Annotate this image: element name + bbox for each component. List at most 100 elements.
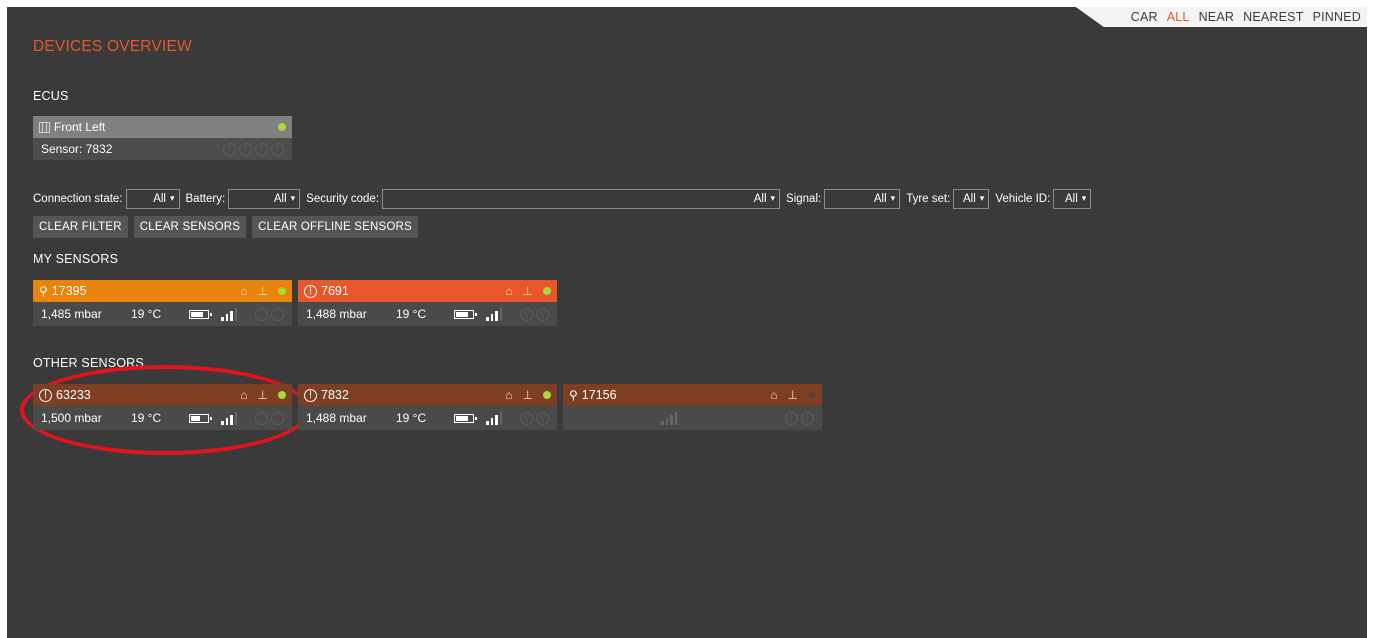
- temperature-value: 19 °C: [131, 411, 162, 425]
- pin-icon[interactable]: ⊥: [258, 285, 268, 297]
- status-online-icon: [278, 123, 286, 131]
- warning-icon: !: [271, 307, 284, 321]
- sensor-card-header: ! 63233 ⌂ ⊥: [33, 384, 292, 406]
- sensor-id-text: 7832: [321, 388, 349, 402]
- warning-icon: !: [520, 307, 533, 321]
- warning-icon: !: [536, 411, 549, 425]
- warning-icon: !: [536, 307, 549, 321]
- unlock-icon[interactable]: ⌂: [505, 389, 512, 401]
- temperature-value: 19 °C: [396, 307, 427, 321]
- sensor-card-header: ⚲ 17156 ⌂ ⊥: [563, 384, 822, 406]
- tyre-set-label: Tyre set:: [906, 192, 951, 205]
- signal-strength-icon: [486, 307, 502, 321]
- chevron-down-icon: ▾: [979, 193, 985, 203]
- sensor-card[interactable]: ! 7832 ⌂ ⊥ 1,488 mbar 19 °C!!: [298, 384, 557, 430]
- chevron-down-icon: ▾: [169, 193, 175, 203]
- sensor-card[interactable]: ! 63233 ⌂ ⊥ 1,500 mbar 19 °C!!: [33, 384, 292, 430]
- sensor-card-header: ! 7832 ⌂ ⊥: [298, 384, 557, 406]
- clear-offline-sensors-button[interactable]: CLEAR OFFLINE SENSORS: [252, 216, 418, 238]
- connection-state-select[interactable]: All ▾: [125, 188, 180, 209]
- ecu-card-body: Sensor: 7832 ! ! ! !: [33, 138, 292, 160]
- sensor-id-text: 63233: [56, 388, 91, 402]
- warning-icon: !: [255, 142, 268, 156]
- unlock-icon[interactable]: ⌂: [505, 285, 512, 297]
- sensor-id: ⚲ 17395: [39, 284, 240, 298]
- ecu-card-front-left[interactable]: Front Left Sensor: 7832 ! ! ! !: [33, 116, 292, 160]
- security-code-label: Security code:: [306, 192, 380, 205]
- pressure-warning-icon: !: [39, 388, 52, 402]
- sensor-card-body: 1,500 mbar 19 °C!!: [33, 406, 292, 430]
- sensor-id: ! 63233: [39, 388, 240, 402]
- battery-icon: [189, 413, 212, 423]
- status-online-icon: [278, 287, 286, 295]
- sensor-header-icons: ⌂ ⊥: [240, 389, 286, 401]
- sensor-id: ! 7691: [304, 284, 505, 298]
- temperature-value: 19 °C: [131, 307, 162, 321]
- battery-label: Battery:: [185, 192, 226, 205]
- app-window: CAR ALL NEAR NEAREST PINNED DEVICES OVER…: [7, 7, 1367, 638]
- nav-all[interactable]: ALL: [1167, 10, 1190, 24]
- warning-icon: !: [255, 411, 268, 425]
- pin-icon[interactable]: ⊥: [788, 389, 798, 401]
- sensor-warning-icons: !!: [520, 411, 549, 425]
- signal-select[interactable]: All ▾: [824, 188, 901, 209]
- nav-pinned[interactable]: PINNED: [1313, 10, 1361, 24]
- pressure-value: 1,488 mbar: [306, 411, 367, 425]
- battery-icon: [454, 413, 477, 423]
- security-code-select[interactable]: All ▾: [382, 188, 781, 209]
- signal-strength-icon: [661, 411, 677, 425]
- tyre-icon: ⚲: [39, 284, 48, 298]
- ecu-card-header: Front Left: [33, 116, 292, 138]
- sensor-id-text: 7691: [321, 284, 349, 298]
- sensor-card-body: 1,488 mbar 19 °C!!: [298, 406, 557, 430]
- tyre-icon: ⚲: [569, 388, 578, 402]
- clear-sensors-button[interactable]: CLEAR SENSORS: [133, 216, 247, 238]
- sensor-id-text: 17395: [51, 284, 87, 298]
- battery-fill: [191, 415, 200, 421]
- pin-icon[interactable]: ⊥: [523, 389, 533, 401]
- unlock-icon[interactable]: ⌂: [770, 389, 777, 401]
- unlock-icon[interactable]: ⌂: [240, 389, 247, 401]
- page-title: DEVICES OVERVIEW: [33, 38, 192, 55]
- sensor-card[interactable]: ! 7691 ⌂ ⊥ 1,488 mbar 19 °C!!: [298, 280, 557, 326]
- status-online-icon: [543, 391, 551, 399]
- battery-icon: [454, 309, 477, 319]
- sensor-header-icons: ⌂ ⊥: [505, 389, 551, 401]
- ecu-name: Front Left: [54, 120, 106, 134]
- sensor-card-header: ⚲ 17395 ⌂ ⊥: [33, 280, 292, 302]
- sensor-card-body: 1,485 mbar 19 °C!!: [33, 302, 292, 326]
- clear-filter-button[interactable]: CLEAR FILTER: [33, 216, 128, 238]
- battery-icon: [189, 309, 212, 319]
- vehicle-id-label: Vehicle ID:: [995, 192, 1051, 205]
- chevron-down-icon: ▾: [770, 193, 776, 203]
- chevron-down-icon: ▾: [1081, 193, 1087, 203]
- nav-near[interactable]: NEAR: [1199, 10, 1235, 24]
- action-buttons: CLEAR FILTER CLEAR SENSORS CLEAR OFFLINE…: [33, 216, 418, 238]
- pin-icon[interactable]: ⊥: [523, 285, 533, 297]
- nav-car[interactable]: CAR: [1131, 10, 1158, 24]
- chevron-down-icon: ▾: [890, 193, 896, 203]
- sensor-warning-icons: !!: [255, 307, 284, 321]
- nav-nearest[interactable]: NEAREST: [1243, 10, 1303, 24]
- status-online-icon: [278, 391, 286, 399]
- ecu-sensor-label: Sensor: 7832: [41, 142, 113, 156]
- vehicle-id-select[interactable]: All ▾: [1053, 188, 1092, 209]
- sensor-card[interactable]: ⚲ 17156 ⌂ ⊥!!: [563, 384, 822, 430]
- temperature-value: 19 °C: [396, 411, 427, 425]
- pressure-value: 1,500 mbar: [41, 411, 102, 425]
- ecu-warning-icons: ! ! ! !: [223, 142, 284, 156]
- sensor-card[interactable]: ⚲ 17395 ⌂ ⊥ 1,485 mbar 19 °C!!: [33, 280, 292, 326]
- filter-bar: Connection state: All ▾ Battery: All ▾ Sec…: [33, 188, 1097, 209]
- sensor-header-icons: ⌂ ⊥: [505, 285, 551, 297]
- sensor-header-icons: ⌂ ⊥: [240, 285, 286, 297]
- tyre-set-select[interactable]: All ▾: [953, 188, 990, 209]
- sensor-id: ! 7832: [304, 388, 505, 402]
- unlock-icon[interactable]: ⌂: [240, 285, 247, 297]
- warning-icon: !: [239, 142, 252, 156]
- battery-fill: [456, 415, 468, 421]
- warning-icon: !: [271, 142, 284, 156]
- battery-select[interactable]: All ▾: [228, 188, 301, 209]
- connection-state-label: Connection state:: [33, 192, 123, 205]
- pin-icon[interactable]: ⊥: [258, 389, 268, 401]
- sensor-card-header: ! 7691 ⌂ ⊥: [298, 280, 557, 302]
